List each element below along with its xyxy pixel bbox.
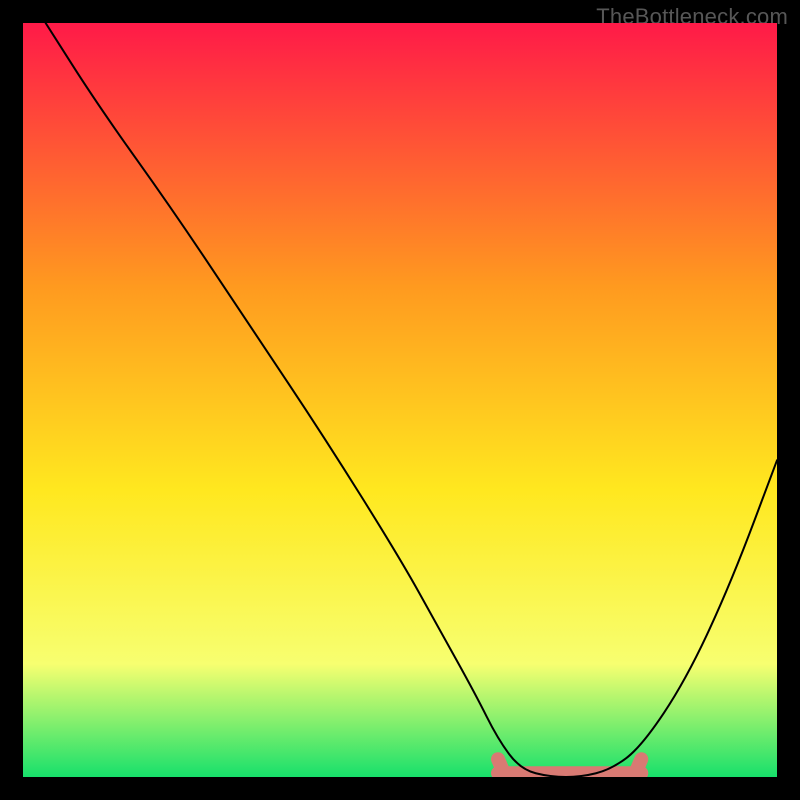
optimal-range-tick-left (498, 759, 504, 773)
optimal-range-tick-right (635, 759, 641, 773)
chart-frame: TheBottleneck.com (0, 0, 800, 800)
bottleneck-chart (23, 23, 777, 777)
gradient-background (23, 23, 777, 777)
